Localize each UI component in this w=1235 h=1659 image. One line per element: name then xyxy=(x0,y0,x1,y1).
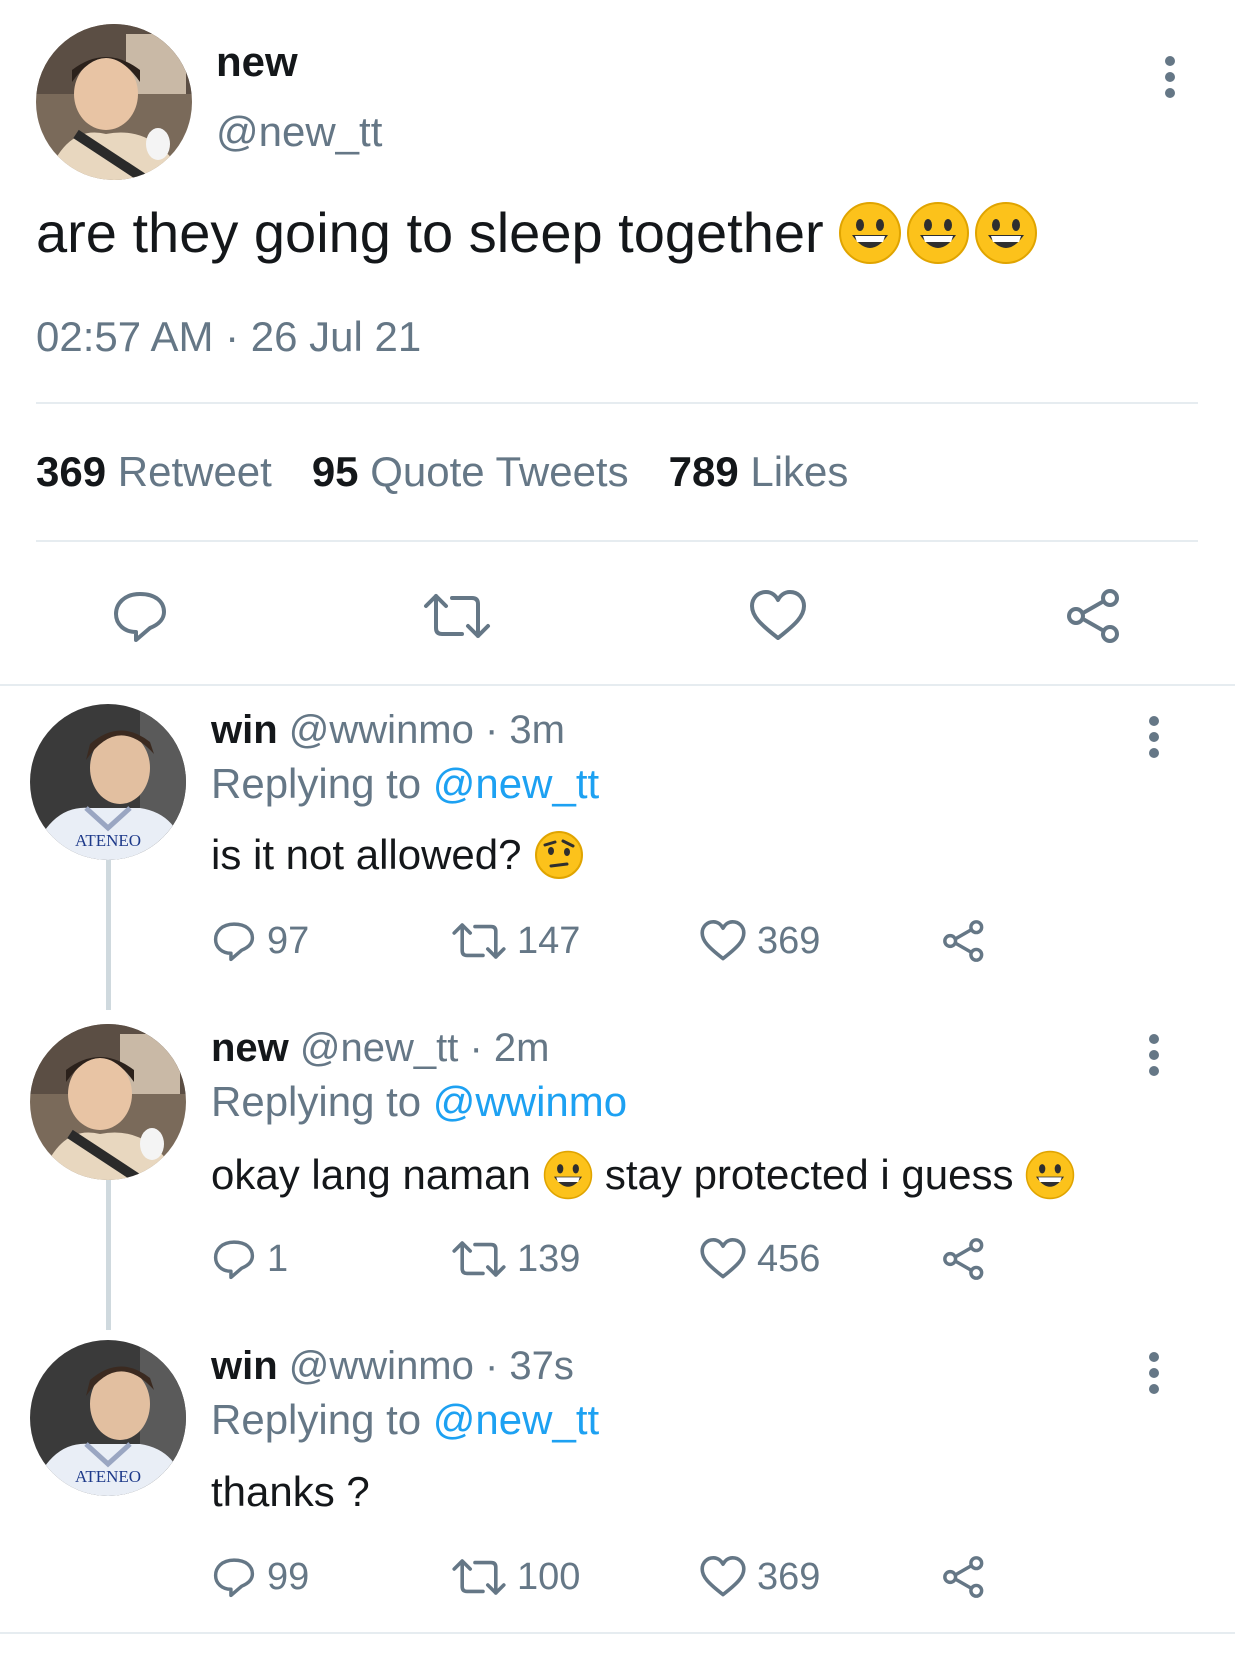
reply-author-handle[interactable]: @wwinmo · 37s xyxy=(289,1344,574,1388)
mention-link[interactable]: @new_tt xyxy=(433,1396,599,1443)
like-icon[interactable] xyxy=(748,588,808,649)
share-icon[interactable] xyxy=(941,1236,987,1282)
replying-to: Replying to @wwinmo xyxy=(211,1078,628,1125)
quote-stat[interactable]: 95 Quote Tweets xyxy=(312,448,629,496)
mention-link[interactable]: @new_tt xyxy=(433,760,599,807)
reply-author-handle[interactable]: @wwinmo · 3m xyxy=(289,708,565,752)
like-icon[interactable] xyxy=(699,1236,747,1282)
like-count[interactable]: 456 xyxy=(699,1236,820,1282)
author-avatar[interactable] xyxy=(36,24,192,180)
tweet-timestamp[interactable]: 02:57 AM · 26 Jul 21 xyxy=(36,313,421,361)
like-icon[interactable] xyxy=(699,1554,747,1600)
reply-icon[interactable] xyxy=(211,918,257,964)
retweet-icon[interactable] xyxy=(451,1236,507,1282)
reply-header: new @new_tt · 2m xyxy=(211,1026,550,1071)
like-count[interactable]: 369 xyxy=(699,1554,820,1600)
grinning-face-icon xyxy=(838,201,901,264)
share-button[interactable] xyxy=(941,918,987,964)
reply-text: is it not allowed? xyxy=(211,830,584,880)
share-icon[interactable] xyxy=(1064,588,1124,649)
reply-author-name[interactable]: win xyxy=(211,1344,278,1388)
reply-author-handle[interactable]: @new_tt · 2m xyxy=(300,1026,550,1070)
tweet-text-content: are they going to sleep together xyxy=(36,201,824,264)
reply-actions: 97 147 369 xyxy=(211,918,1011,978)
jersey-text: ATENEO xyxy=(75,1467,141,1486)
author-name[interactable]: new xyxy=(216,38,298,86)
replying-to: Replying to @new_tt xyxy=(211,760,600,807)
reply-author-name[interactable]: new xyxy=(211,1026,289,1070)
reply-text-content: thanks ? xyxy=(211,1468,370,1515)
retweet-count[interactable]: 139 xyxy=(451,1236,580,1282)
thread-line xyxy=(106,860,111,1010)
reply-icon[interactable] xyxy=(211,1554,257,1600)
share-button[interactable] xyxy=(941,1554,987,1600)
reply-icon[interactable] xyxy=(110,588,170,649)
divider xyxy=(0,1632,1235,1634)
share-button[interactable] xyxy=(941,1236,987,1282)
divider xyxy=(0,684,1235,686)
reply-avatar[interactable]: ATENEO xyxy=(30,704,186,860)
author-handle[interactable]: @new_tt xyxy=(216,108,382,156)
mention-link[interactable]: @wwinmo xyxy=(433,1078,627,1125)
thread-line xyxy=(106,1180,111,1330)
share-icon[interactable] xyxy=(941,918,987,964)
reply-text: thanks ? xyxy=(211,1468,370,1516)
more-options-icon[interactable] xyxy=(1148,716,1160,764)
reply-icon[interactable] xyxy=(211,1236,257,1282)
emoji-group xyxy=(838,201,1038,265)
more-options-icon[interactable] xyxy=(1164,56,1176,104)
grinning-face-icon xyxy=(1026,1150,1075,1200)
like-count[interactable]: 369 xyxy=(699,918,820,964)
retweet-icon[interactable] xyxy=(422,588,492,649)
like-icon[interactable] xyxy=(699,918,747,964)
retweet-icon[interactable] xyxy=(451,1554,507,1600)
more-options-icon[interactable] xyxy=(1148,1034,1160,1082)
grinning-face-icon xyxy=(906,201,969,264)
retweet-count[interactable]: 147 xyxy=(451,918,580,964)
reply-header: win @wwinmo · 37s xyxy=(211,1344,574,1389)
reply-header: win @wwinmo · 3m xyxy=(211,708,565,753)
reply-actions: 99 100 369 xyxy=(211,1554,1011,1614)
likes-stat[interactable]: 789 Likes xyxy=(669,448,849,496)
reply-text-content: is it not allowed? xyxy=(211,831,522,878)
grinning-face-icon xyxy=(543,1150,593,1200)
reply-avatar[interactable] xyxy=(30,1024,186,1180)
reply-count[interactable]: 99 xyxy=(211,1554,309,1600)
tweet-stats: 369 Retweet 95 Quote Tweets 789 Likes xyxy=(36,448,848,496)
more-options-icon[interactable] xyxy=(1148,1352,1160,1400)
reply-text-content: okay lang naman xyxy=(211,1151,531,1198)
reply-avatar[interactable]: ATENEO xyxy=(30,1340,186,1496)
grinning-face-icon xyxy=(974,201,1037,264)
divider xyxy=(36,540,1198,542)
retweet-count[interactable]: 100 xyxy=(451,1554,580,1600)
divider xyxy=(36,402,1198,404)
retweet-icon[interactable] xyxy=(451,918,507,964)
tweet-text: are they going to sleep together xyxy=(36,200,1038,265)
share-icon[interactable] xyxy=(941,1554,987,1600)
reply-text-content: stay protected i guess xyxy=(604,1151,1014,1198)
reply-actions: 1 139 456 xyxy=(211,1236,1011,1296)
reply-text: okay lang naman stay protected i guess xyxy=(211,1150,1075,1200)
replying-to: Replying to @new_tt xyxy=(211,1396,600,1443)
reply-count[interactable]: 1 xyxy=(211,1236,288,1282)
face-with-raised-eyebrow-icon xyxy=(534,831,583,879)
reply-count[interactable]: 97 xyxy=(211,918,309,964)
jersey-text: ATENEO xyxy=(75,831,141,850)
reply-author-name[interactable]: win xyxy=(211,708,278,752)
retweet-stat[interactable]: 369 Retweet xyxy=(36,448,272,496)
